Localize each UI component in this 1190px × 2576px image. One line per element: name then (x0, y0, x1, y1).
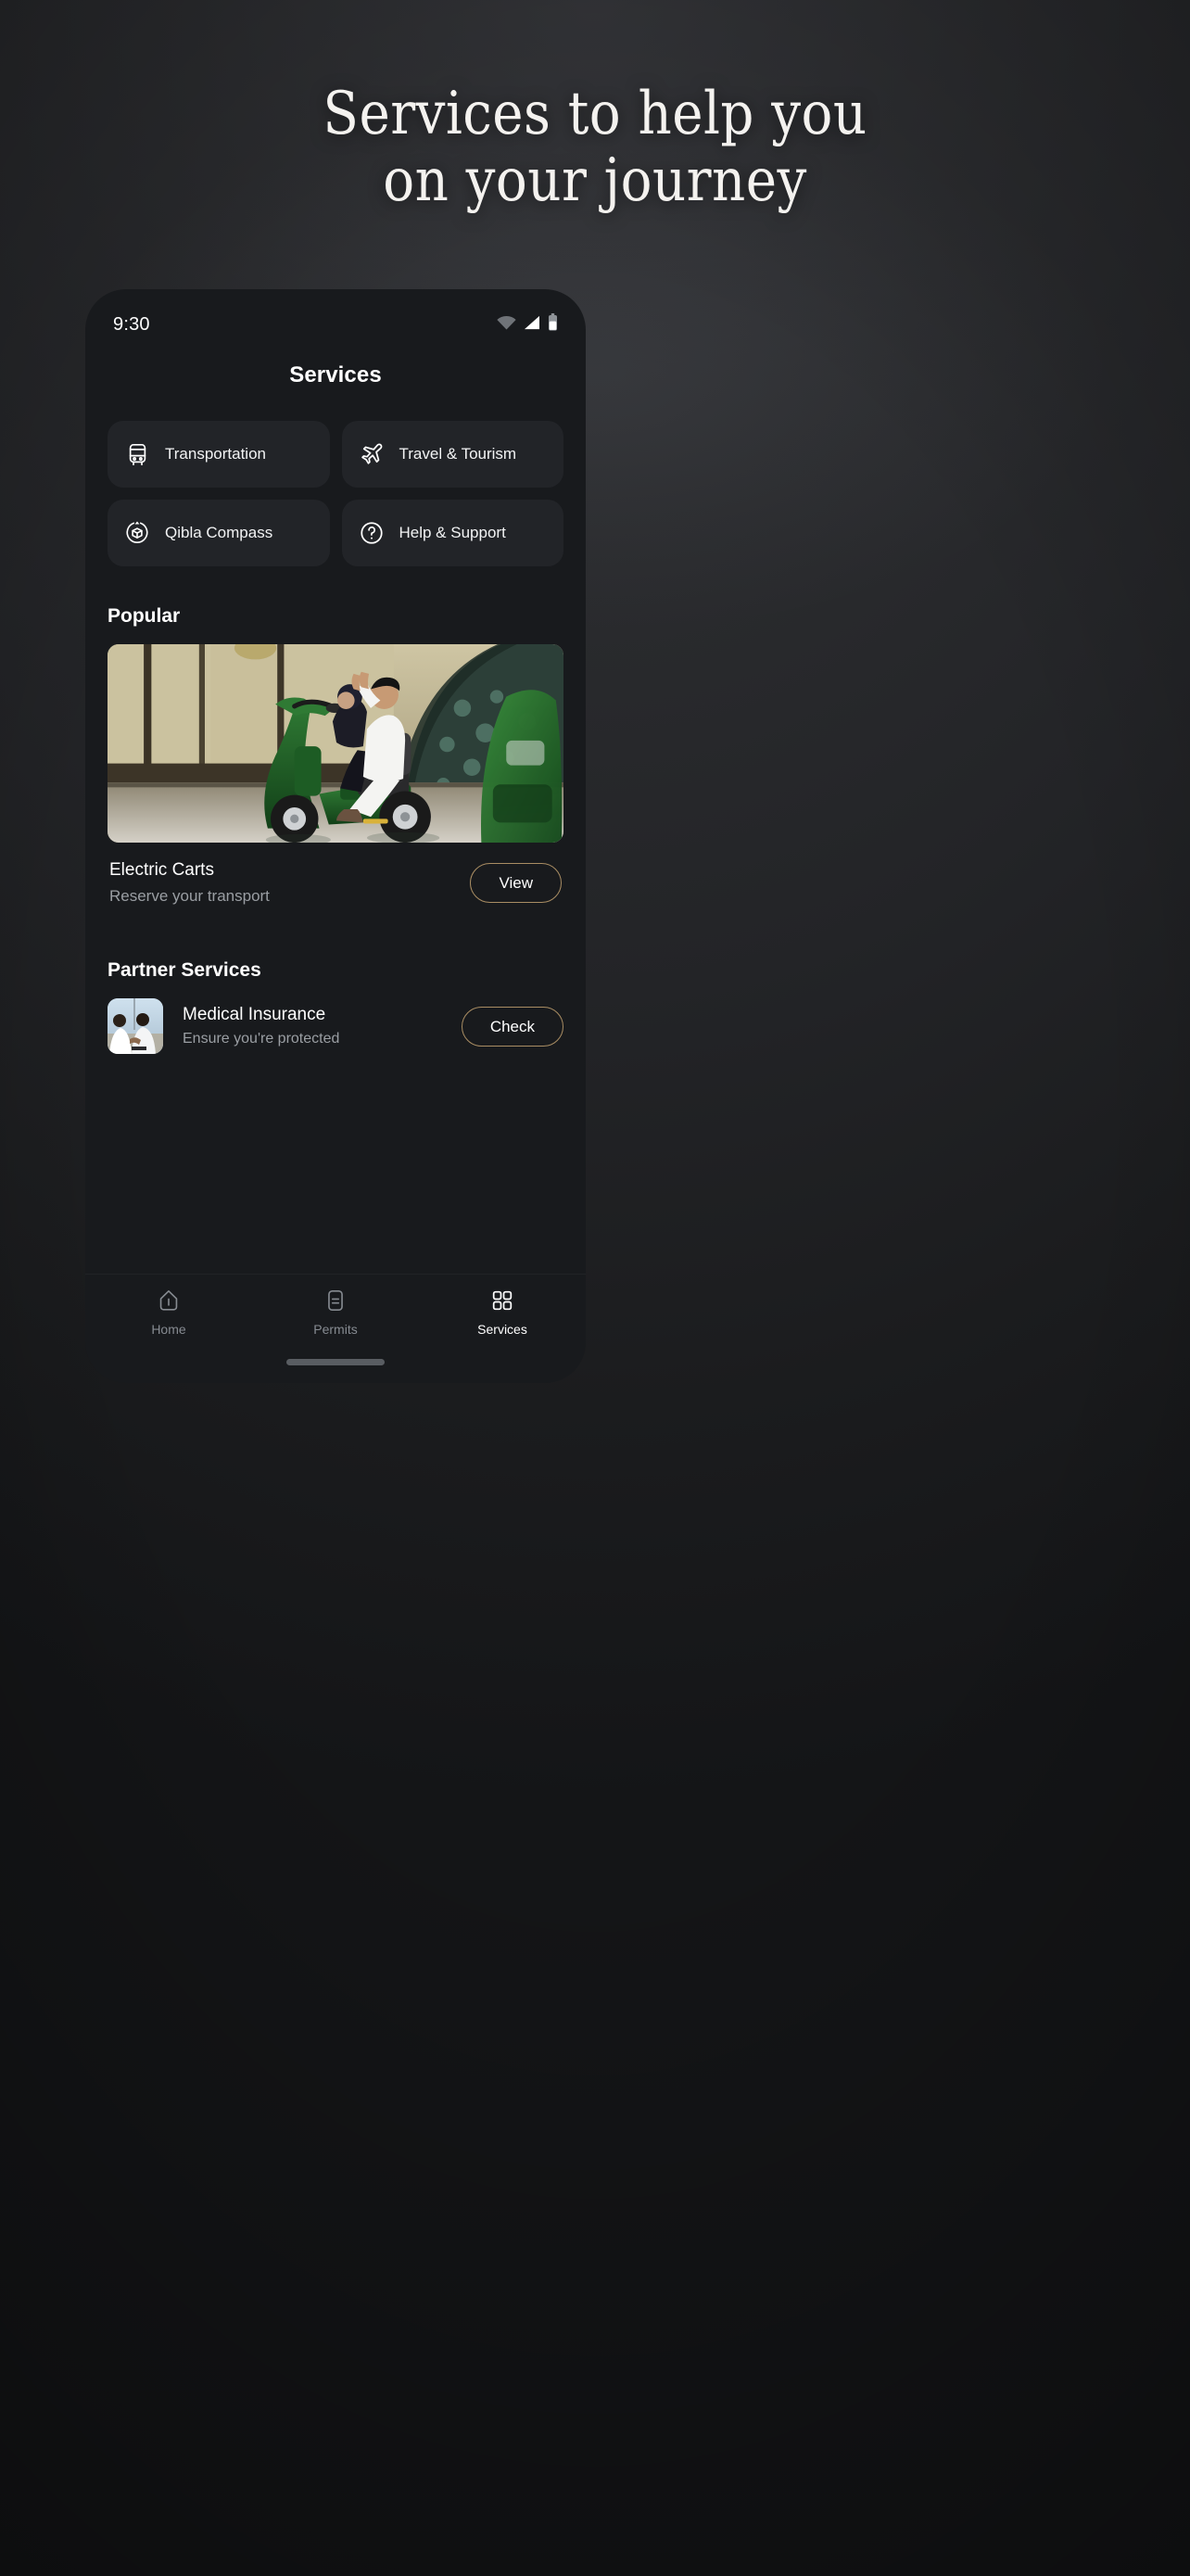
service-tile-transportation[interactable]: Transportation (108, 421, 330, 488)
popular-card-texts: Electric Carts Reserve your transport (109, 860, 270, 906)
partner-thumbnail (108, 998, 163, 1054)
airplane-icon (358, 440, 386, 468)
service-tiles-grid: Transportation Travel & Tourism Qibla Co… (108, 421, 563, 566)
view-button[interactable]: View (470, 863, 562, 903)
service-tile-label: Qibla Compass (165, 524, 273, 541)
service-tile-help-support[interactable]: Help & Support (341, 500, 563, 566)
popular-section-title: Popular (108, 605, 181, 627)
popular-card-image (108, 644, 563, 843)
phone-mockup: 9:30 Services Transportation Travel & To… (85, 289, 586, 1383)
popular-card[interactable]: Electric Carts Reserve your transport Vi… (108, 644, 563, 906)
wifi-icon (497, 315, 516, 335)
check-button[interactable]: Check (461, 1006, 563, 1047)
bus-icon (123, 440, 151, 468)
service-tile-label: Transportation (165, 445, 266, 463)
qibla-compass-icon (123, 519, 151, 547)
phone-screen: 9:30 Services Transportation Travel & To… (85, 289, 586, 1383)
status-bar: 9:30 (85, 289, 586, 347)
app-bar: Services (85, 347, 586, 404)
headline-line-1: Services to help you (323, 80, 867, 148)
home-indicator[interactable] (286, 1359, 385, 1365)
service-tile-travel-tourism[interactable]: Travel & Tourism (341, 421, 563, 488)
cellular-signal-icon (523, 315, 541, 335)
partner-service-row[interactable]: Medical Insurance Ensure you're protecte… (108, 998, 563, 1054)
service-tile-qibla-compass[interactable]: Qibla Compass (108, 500, 330, 566)
partner-service-subtitle: Ensure you're protected (183, 1031, 340, 1047)
nav-item-services[interactable]: Services (419, 1288, 586, 1337)
service-tile-label: Help & Support (399, 524, 506, 541)
grid-squares-icon (489, 1288, 515, 1313)
status-icons (497, 313, 558, 336)
question-circle-icon (358, 519, 386, 547)
page-title: Services (289, 362, 382, 387)
partner-service-texts: Medical Insurance Ensure you're protecte… (183, 1005, 442, 1047)
nav-item-label: Permits (313, 1322, 358, 1337)
battery-icon (548, 313, 558, 336)
popular-card-subtitle: Reserve your transport (109, 887, 270, 905)
nav-item-permits[interactable]: Permits (252, 1288, 419, 1337)
poster-headline: Services to help you on your journey (71, 82, 1119, 215)
partner-services-section-title: Partner Services (108, 959, 261, 981)
partner-service-title: Medical Insurance (183, 1005, 326, 1024)
bottom-navigation: Home Permits Services (85, 1274, 586, 1383)
nav-item-label: Services (477, 1322, 527, 1337)
home-icon (156, 1288, 182, 1313)
headline-line-2: on your journey (383, 146, 807, 215)
nav-item-home[interactable]: Home (85, 1288, 252, 1337)
popular-card-meta: Electric Carts Reserve your transport Vi… (108, 843, 563, 906)
status-time: 9:30 (113, 313, 150, 335)
permit-card-icon (323, 1288, 348, 1313)
service-tile-label: Travel & Tourism (399, 445, 517, 463)
screen-content: Transportation Travel & Tourism Qibla Co… (85, 404, 586, 1274)
nav-item-label: Home (151, 1322, 186, 1337)
popular-card-title: Electric Carts (109, 860, 214, 880)
